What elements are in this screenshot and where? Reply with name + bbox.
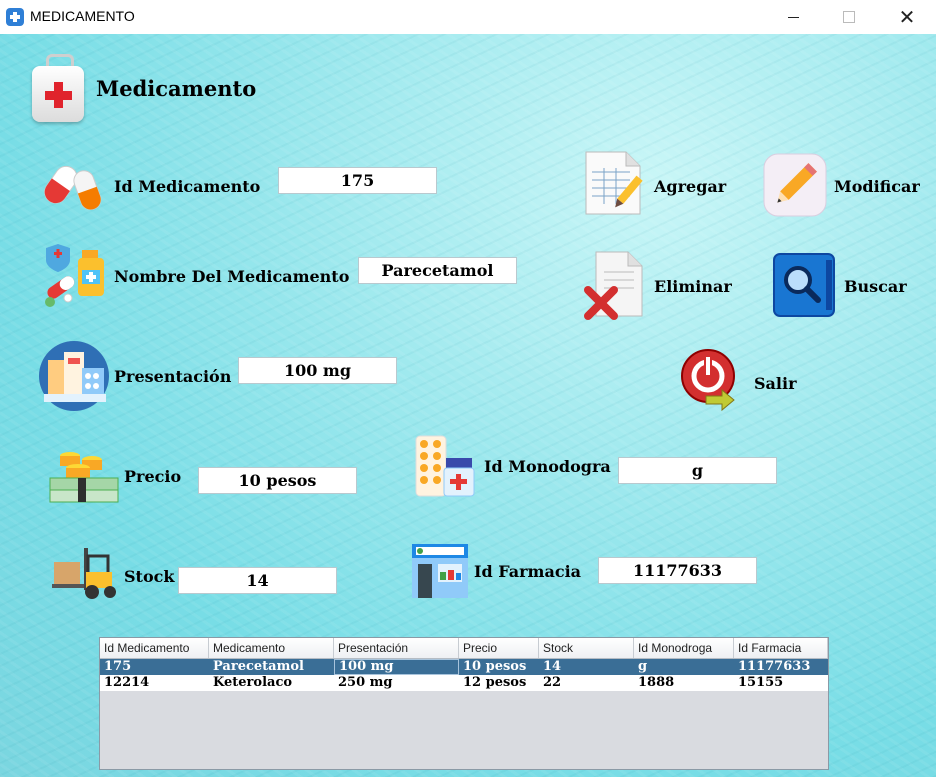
maximize-button[interactable] [826, 0, 872, 34]
id-medicamento-field[interactable]: 175 [278, 167, 437, 194]
pills-icon [44, 165, 102, 211]
close-icon: ✕ [898, 5, 916, 29]
table-row[interactable]: 175 Parecetamol 100 mg 10 pesos 14 g 111… [100, 659, 828, 675]
table-cell: 14 [543, 659, 562, 674]
medical-kit-icon [32, 54, 84, 122]
table-cell: 15155 [738, 675, 784, 690]
salir-label: Salir [754, 374, 797, 393]
table-cell: 100 mg [334, 659, 459, 675]
modificar-button[interactable]: Modificar [762, 152, 922, 220]
salir-button[interactable]: Salir [680, 346, 810, 416]
precio-field[interactable]: 10 pesos [198, 467, 357, 494]
pencil-edit-icon [763, 153, 827, 217]
money-coins-icon [49, 452, 119, 503]
eliminar-button[interactable]: Eliminar [582, 248, 742, 322]
table-cell: 12214 [104, 675, 150, 690]
stock-label: Stock [124, 567, 175, 586]
app-icon [6, 8, 24, 26]
agregar-button[interactable]: Agregar [582, 148, 726, 220]
medicine-bottle-icon [45, 244, 104, 307]
column-header[interactable]: Id Farmacia [734, 638, 828, 658]
buscar-button[interactable]: Buscar [770, 250, 910, 322]
id-monodogra-label: Id Monodogra [484, 457, 611, 476]
column-header[interactable]: Id Monodroga [634, 638, 734, 658]
window-title: MEDICAMENTO [30, 8, 135, 24]
id-medicamento-label: Id Medicamento [114, 177, 261, 196]
table-cell: 11177633 [738, 659, 811, 674]
buscar-label: Buscar [844, 277, 907, 296]
id-monodogra-field[interactable]: g [618, 457, 777, 484]
table-cell: 22 [543, 675, 562, 690]
table-row[interactable]: 12214 Keterolaco 250 mg 12 pesos 22 1888… [100, 675, 828, 691]
table-cell: g [638, 659, 648, 674]
presentacion-label: Presentación [114, 367, 232, 386]
minimize-icon [787, 16, 799, 18]
id-farmacia-field[interactable]: 11177633 [598, 557, 757, 584]
table-cell: 10 pesos [463, 659, 527, 674]
stock-field[interactable]: 14 [178, 567, 337, 594]
pill-blister-icon [415, 435, 475, 497]
table-cell: 250 mg [338, 675, 393, 690]
minimize-button[interactable] [770, 0, 816, 34]
table-cell: Parecetamol [213, 659, 304, 674]
column-header[interactable]: Medicamento [209, 638, 334, 658]
agregar-label: Agregar [654, 177, 727, 196]
table-cell: 175 [104, 659, 132, 674]
medicamentos-table[interactable]: Id Medicamento Medicamento Presentación … [99, 637, 829, 770]
precio-label: Precio [124, 467, 182, 486]
title-bar: MEDICAMENTO ✕ [0, 0, 936, 34]
forklift-icon [52, 548, 116, 599]
table-cell: Keterolaco [213, 675, 293, 690]
delete-document-icon [584, 251, 643, 320]
eliminar-label: Eliminar [654, 277, 732, 296]
nombre-label: Nombre Del Medicamento [114, 267, 350, 286]
id-farmacia-label: Id Farmacia [474, 562, 582, 581]
search-icon [773, 253, 835, 317]
table-cell: 12 pesos [463, 675, 527, 690]
column-header[interactable]: Id Medicamento [100, 638, 209, 658]
medicine-boxes-icon [39, 341, 109, 411]
power-exit-icon [681, 349, 735, 412]
page-title: Medicamento [96, 76, 257, 101]
maximize-icon [843, 11, 855, 23]
column-header[interactable]: Stock [539, 638, 634, 658]
column-header[interactable]: Presentación [334, 638, 459, 658]
presentacion-field[interactable]: 100 mg [238, 357, 397, 384]
table-header: Id Medicamento Medicamento Presentación … [100, 638, 828, 659]
pharmacy-store-icon [412, 544, 468, 598]
column-header[interactable]: Precio [459, 638, 539, 658]
main-panel: Medicamento Id Medicamento 175 Nombre De… [0, 34, 936, 777]
nombre-field[interactable]: Parecetamol [358, 257, 517, 284]
table-cell: 1888 [638, 675, 675, 690]
modificar-label: Modificar [834, 177, 920, 196]
add-document-icon [585, 151, 643, 215]
close-button[interactable]: ✕ [884, 0, 930, 34]
